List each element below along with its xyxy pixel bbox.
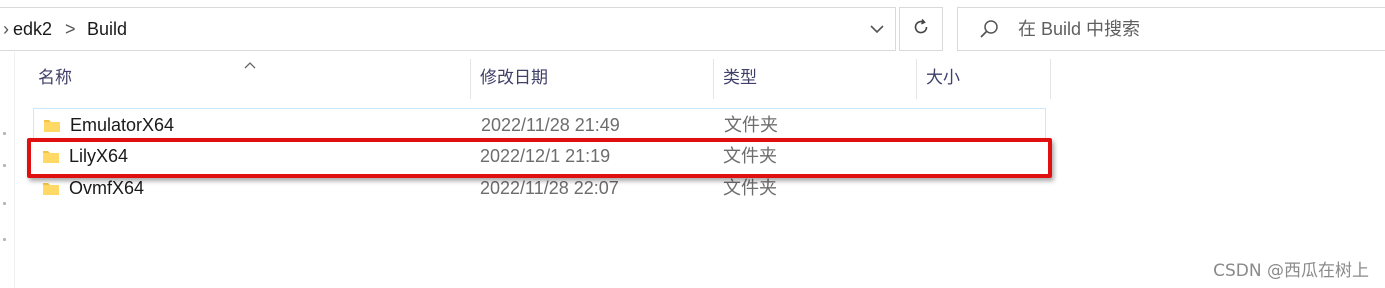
nav-tick [3,132,6,135]
file-row[interactable]: EmulatorX64 2022/11/28 21:49 文件夹 [33,108,1046,140]
address-bar[interactable]: › edk2 > Build [0,7,896,51]
column-divider[interactable] [1050,59,1051,99]
column-header-name[interactable]: 名称 [38,57,72,99]
folder-icon [43,117,61,138]
column-header-type[interactable]: 类型 [723,57,757,99]
column-divider[interactable] [916,59,917,99]
column-header-date-modified[interactable]: 修改日期 [480,57,548,99]
breadcrumb-build[interactable]: Build [87,8,127,50]
watermark: CSDN @西瓜在树上 [1213,261,1369,281]
file-type: 文件夹 [724,115,778,135]
search-icon [978,18,1000,45]
folder-icon [42,180,60,201]
nav-tick [3,164,6,167]
chevron-down-icon[interactable] [859,8,895,50]
nav-tick [3,238,6,241]
search-box[interactable]: 在 Build 中搜索 [957,7,1385,51]
file-date-modified: 2022/11/28 21:49 [481,115,620,135]
navigation-pane-edge [0,52,15,288]
nav-tick [3,202,6,205]
column-divider[interactable] [470,59,471,99]
search-input[interactable]: 在 Build 中搜索 [1018,8,1140,50]
refresh-icon [911,17,931,42]
breadcrumb-separator[interactable]: > [65,8,76,50]
file-name[interactable]: EmulatorX64 [70,109,174,141]
sort-caret-icon [243,57,257,75]
breadcrumb-separator: › [3,19,9,39]
column-header-size[interactable]: 大小 [926,57,960,99]
breadcrumb-edk2[interactable]: edk2 [13,8,52,50]
refresh-button[interactable] [899,7,943,51]
column-divider[interactable] [713,59,714,99]
highlight-box [27,138,1052,178]
